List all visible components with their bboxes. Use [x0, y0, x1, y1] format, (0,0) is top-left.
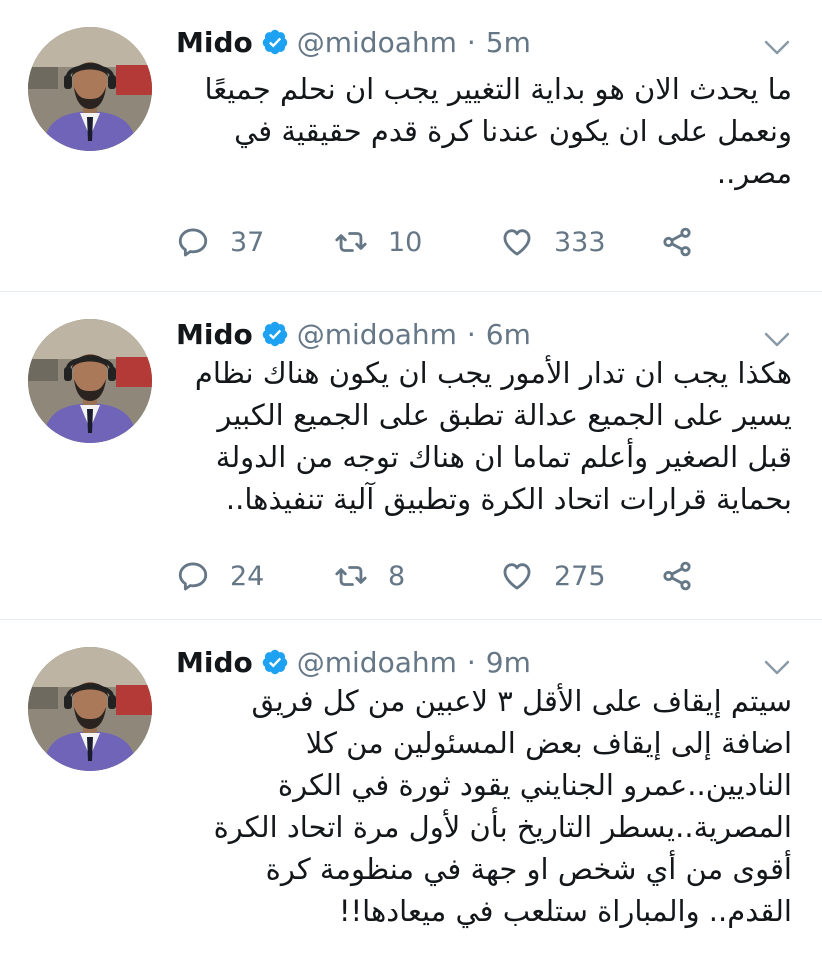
- avatar[interactable]: [28, 647, 152, 771]
- like-button[interactable]: 333: [500, 225, 660, 259]
- display-name[interactable]: Mido: [176, 26, 253, 59]
- retweet-icon: [334, 225, 368, 259]
- separator-dot: ·: [466, 317, 476, 351]
- user-handle[interactable]: @midoahm: [297, 26, 457, 59]
- display-name[interactable]: Mido: [176, 318, 253, 351]
- reply-icon: [176, 225, 210, 259]
- separator-dot: ·: [466, 25, 476, 59]
- share-button[interactable]: [660, 225, 694, 259]
- retweet-button[interactable]: 8: [334, 559, 500, 593]
- avatar-image: [28, 27, 152, 151]
- heart-icon: [500, 225, 534, 259]
- tweet-timestamp[interactable]: 6m: [486, 318, 531, 351]
- share-icon: [660, 225, 694, 259]
- tweet-timestamp[interactable]: 5m: [486, 26, 531, 59]
- retweet-icon: [334, 559, 368, 593]
- tweet-card[interactable]: Mido @midoahm · 6m هكذا يجب ان تدار الأم…: [0, 292, 822, 620]
- verified-badge-icon: [261, 320, 289, 348]
- tweet-text: سيتم إيقاف على الأقل ٣ لاعبين من كل فريق…: [213, 684, 792, 928]
- share-icon: [660, 559, 694, 593]
- avatar[interactable]: [28, 27, 152, 151]
- retweet-count: 10: [388, 226, 423, 258]
- chevron-down-icon[interactable]: [764, 40, 790, 56]
- tweet-text: هكذا يجب ان تدار الأمور يجب ان يكون هناك…: [194, 356, 792, 516]
- reply-button[interactable]: 37: [176, 225, 334, 259]
- heart-icon: [500, 559, 534, 593]
- tweet-header: Mido @midoahm · 5m: [176, 20, 782, 64]
- reply-button[interactable]: 24: [176, 559, 334, 593]
- chevron-down-icon[interactable]: [764, 660, 790, 676]
- tweet-actions: 24 8 275: [176, 556, 694, 596]
- tweet-card[interactable]: Mido @midoahm · 5m ما يحدث الان هو بداية…: [0, 0, 822, 292]
- tweet-actions: 37 10 333: [176, 222, 694, 262]
- reply-count: 24: [230, 560, 265, 592]
- verified-badge-icon: [261, 28, 289, 56]
- display-name[interactable]: Mido: [176, 646, 253, 679]
- avatar-image: [28, 319, 152, 443]
- tweet-card[interactable]: Mido @midoahm · 9m سيتم إيقاف على الأقل …: [0, 620, 822, 960]
- chevron-down-icon[interactable]: [764, 332, 790, 348]
- like-count: 333: [554, 226, 606, 258]
- reply-icon: [176, 559, 210, 593]
- avatar-image: [28, 647, 152, 771]
- like-count: 275: [554, 560, 606, 592]
- retweet-button[interactable]: 10: [334, 225, 500, 259]
- separator-dot: ·: [466, 645, 476, 679]
- reply-count: 37: [230, 226, 265, 258]
- like-button[interactable]: 275: [500, 559, 660, 593]
- user-handle[interactable]: @midoahm: [297, 646, 457, 679]
- verified-badge-icon: [261, 648, 289, 676]
- avatar[interactable]: [28, 319, 152, 443]
- retweet-count: 8: [388, 560, 406, 592]
- tweet-header: Mido @midoahm · 6m: [176, 312, 782, 356]
- share-button[interactable]: [660, 559, 694, 593]
- tweet-header: Mido @midoahm · 9m: [176, 640, 782, 684]
- tweet-timestamp[interactable]: 9m: [486, 646, 531, 679]
- tweet-text: ما يحدث الان هو بداية التغيير يجب ان نحل…: [204, 72, 792, 190]
- user-handle[interactable]: @midoahm: [297, 318, 457, 351]
